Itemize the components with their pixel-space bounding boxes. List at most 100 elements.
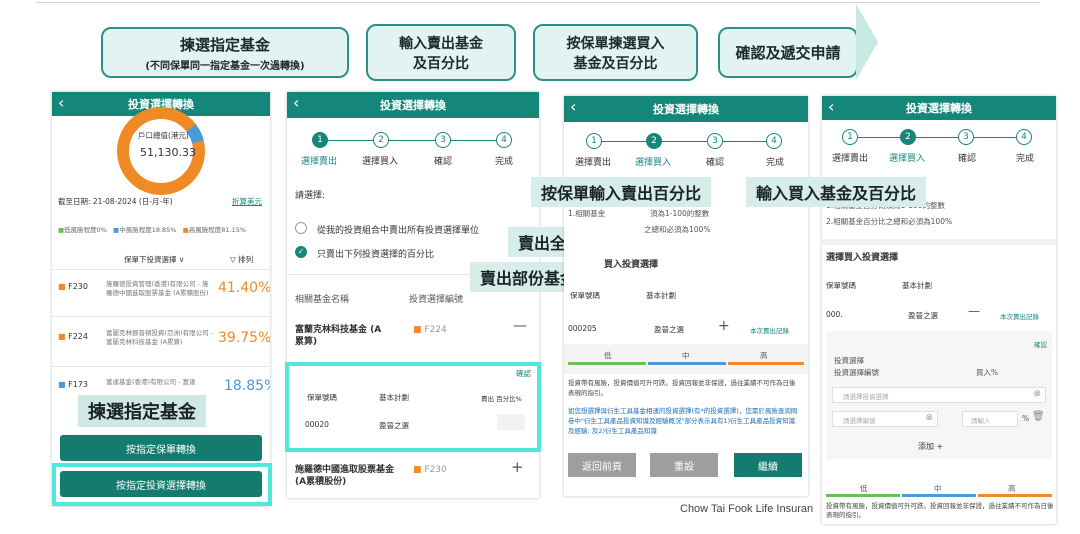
risk-high: 高 <box>1008 484 1016 493</box>
flow-step-4: 確認及遞交申請 <box>718 27 858 78</box>
flow-step-1: 揀選指定基金 (不同保單同一指定基金一次過轉換) <box>101 27 349 78</box>
step-indicator: 4 <box>1016 129 1032 145</box>
policy-select[interactable]: 保單下投資選擇 ∨ <box>124 254 184 265</box>
step-label: 選擇買入 <box>362 157 399 167</box>
footer-brand: Chow Tai Fook Life Insuran <box>680 503 814 515</box>
risk-scale: 低 中 高 <box>564 344 808 374</box>
buy-pct-label: 買入% <box>976 368 999 377</box>
step-indicator: 4 <box>496 132 512 148</box>
col-plan: 基本計劃 <box>646 291 676 300</box>
risk-legend: ■低風險程度0% ■中風險程度18.85% ■高風險程度81.15% <box>58 226 247 234</box>
clear-icon[interactable]: ⊗ <box>925 413 933 423</box>
placeholder: 請選擇投資選擇 <box>843 393 889 401</box>
policy-number: 000. <box>826 310 843 319</box>
top-divider <box>36 2 1040 3</box>
back-icon[interactable]: ‹ <box>58 93 64 112</box>
radio-sell-all[interactable] <box>295 222 307 234</box>
fund-pct: 18.85% <box>224 378 270 394</box>
fund-name: 富蘭克林科技基金 (A累算) <box>295 325 382 347</box>
step-label: 選擇賣出 <box>301 157 338 167</box>
step-label: 完成 <box>766 158 785 168</box>
step-indicator: 1 <box>842 129 858 145</box>
col-fund-name: 相關基金名稱 <box>295 295 350 305</box>
step-label: 確認 <box>958 154 977 164</box>
fund-name: 施羅德中國進取股票基金 (A累積股份) <box>295 465 395 487</box>
sort-label: 排列 <box>238 255 254 264</box>
section-title: 買入投資選擇 <box>604 260 659 270</box>
step-label: 選擇買入 <box>635 158 672 168</box>
callout-select-fund: 揀選指定基金 <box>78 395 206 427</box>
legend-low: 低風險程度0% <box>64 226 107 234</box>
back-icon[interactable]: ‹ <box>828 97 834 116</box>
screen-3: ‹ 投資選擇轉換 1 2 3 4 選擇賣出 選擇買入 確認 完成 1.相關基金 須… <box>564 96 808 496</box>
screen-title: 投資選擇轉換 <box>653 103 719 116</box>
option-sell-all: 從我的投資組合中賣出所有投資選擇單位 <box>317 226 480 236</box>
derivative-warning: 如您想選擇與衍生工具基金相連的投資選擇(有*的投資選擇)，您需於風險查詢問卷中"… <box>568 407 798 435</box>
section-title: 選擇買入投資選擇 <box>826 253 899 263</box>
policy-select-label: 保單下投資選擇 <box>124 255 177 264</box>
fund-name: 施羅德投資管理(香港)有限公司 - 施羅德中國進取股票基金 (A累積股份) <box>106 280 209 297</box>
back-icon[interactable]: ‹ <box>293 93 299 112</box>
code-select-input[interactable]: 請選擇編號 ⊗ <box>832 411 938 427</box>
fund-code: ■ F230 <box>58 282 88 291</box>
filter-icon: ▽ <box>230 255 236 264</box>
step-label: 完成 <box>495 157 514 167</box>
policy-number: 000205 <box>568 324 597 333</box>
callout-input-buy: 輸入買入基金及百分比 <box>746 177 927 207</box>
screen-title: 投資選擇轉換 <box>906 102 972 115</box>
sell-record-link[interactable]: 本次賣出記錄 <box>1000 311 1039 321</box>
fund-select-input[interactable]: 請選擇投資選擇 ⊗ <box>832 387 1046 403</box>
add-fund-button[interactable]: 添加 + <box>918 441 943 452</box>
step-label: 確認 <box>434 157 453 167</box>
convert-by-policy-button[interactable]: 按指定保單轉換 <box>60 435 262 461</box>
check-icon[interactable]: ✓ <box>295 246 307 258</box>
convert-usd-link[interactable]: 折算美元 <box>232 196 262 207</box>
risk-disclaimer: 投資帶有風險，投資價值可升可跌。投資回報並非保證，過往業績不可作為日後表現的指引… <box>568 379 796 397</box>
risk-mid: 中 <box>682 351 690 360</box>
fund-code: ■ F224 <box>58 332 88 341</box>
add-icon[interactable]: + <box>718 318 730 334</box>
sort-button[interactable]: ▽ 排列 <box>230 254 253 265</box>
step-indicator: 1 <box>312 132 328 148</box>
legend-mid: 中風險程度18.85% <box>119 226 177 234</box>
buy-pct-input[interactable]: 請輸入 <box>962 411 1018 427</box>
flow-step-1-sub: (不同保單同一指定基金一次過轉換) <box>145 60 305 72</box>
trash-icon[interactable]: 🗑 <box>1032 411 1045 422</box>
placeholder: 請輸入 <box>971 417 991 425</box>
placeholder: 請選擇編號 <box>843 417 876 425</box>
step-indicator: 2 <box>373 132 389 148</box>
option-sell-partial: 只賣出下列投資選擇的百分比 <box>317 250 435 260</box>
collapse-icon[interactable]: — <box>513 318 527 334</box>
collapse-icon[interactable]: — <box>968 304 980 318</box>
step-label: 選擇賣出 <box>575 158 612 168</box>
col-fund-code: 投資選擇編號 <box>409 295 464 305</box>
step-indicator: 3 <box>707 133 723 149</box>
risk-mid: 中 <box>934 484 942 493</box>
step-label: 確認 <box>706 158 725 168</box>
fund-name: 富蘭克林鄧普頓投資(亞洲)有限公司 - 富蘭克林科技基金 (A累算) <box>106 329 213 346</box>
callout-input-sell-pct: 按保單輸入賣出百分比 <box>531 177 712 207</box>
prompt-label: 請選擇: <box>295 191 326 201</box>
note-1b: 須為1-100的整數 <box>650 209 710 218</box>
note-2: 2.相關基金百分比之總和必須為100% <box>826 217 953 226</box>
plan-name: 盈晉之選 <box>908 311 938 320</box>
reset-button[interactable]: 重設 <box>650 453 718 477</box>
confirm-link[interactable]: 確認 <box>1034 339 1047 349</box>
expand-icon[interactable]: + <box>511 458 524 476</box>
fund-code: ■ F173 <box>58 380 88 389</box>
flow-arrow-head <box>856 4 878 80</box>
sell-record-link[interactable]: 本次賣出記錄 <box>750 325 789 335</box>
fund-name: 富達基金(香港)有限公司 - 富達 <box>106 378 196 386</box>
screen-title: 投資選擇轉換 <box>380 99 446 112</box>
fund-pct: 39.75% <box>218 330 270 346</box>
back-icon[interactable]: ‹ <box>570 97 576 116</box>
step-indicator: 3 <box>435 132 451 148</box>
fund-pct: 41.40% <box>218 280 270 296</box>
back-button[interactable]: 返回前頁 <box>568 453 636 477</box>
plan-name: 盈晉之選 <box>654 325 684 334</box>
clear-icon[interactable]: ⊗ <box>1033 389 1041 399</box>
continue-button[interactable]: 繼續 <box>734 453 802 477</box>
step-indicator: 2 <box>900 129 916 145</box>
step-label: 選擇買入 <box>889 154 926 164</box>
screen-4: ‹投資選擇轉換 1 2 3 4 選擇賣出 選擇買入 確認 完成 1.相關基金百分… <box>822 96 1056 524</box>
